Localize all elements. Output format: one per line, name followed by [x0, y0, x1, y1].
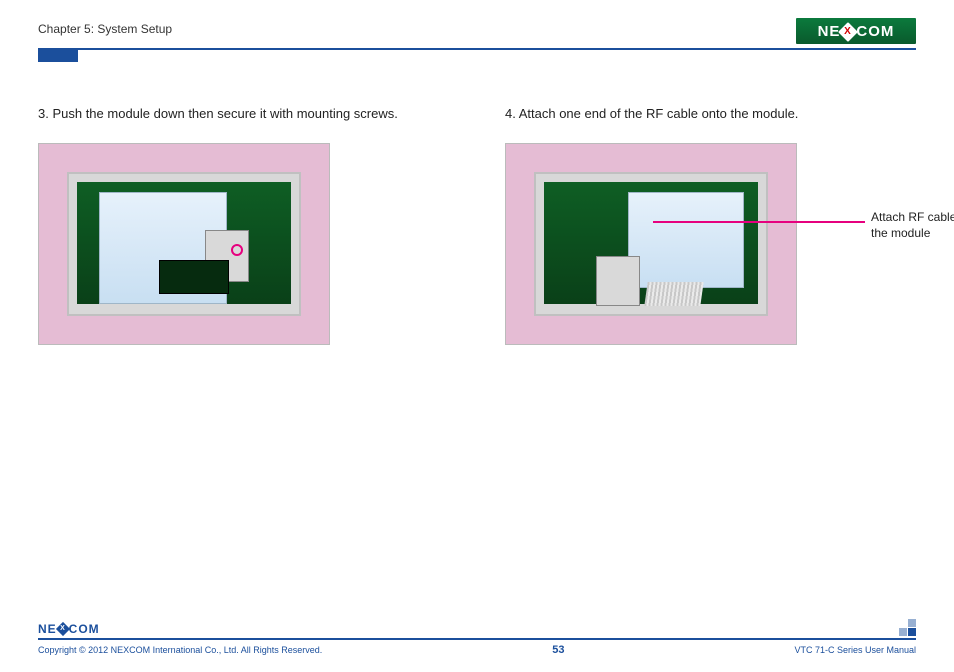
- card-slot-icon: [159, 260, 229, 294]
- logo-text-b: COM: [856, 23, 894, 40]
- screw-highlight-icon: [231, 244, 243, 256]
- header-tab-block: [38, 48, 78, 62]
- footer-rule: [38, 638, 916, 640]
- step-4-text: 4. Attach one end of the RF cable onto t…: [505, 106, 916, 121]
- heatsink-plate-icon-2: [628, 192, 744, 288]
- brand-logo-bottom: NEXCOM: [38, 622, 100, 636]
- callout-rf-cable: Attach RF cable to the module: [871, 209, 954, 241]
- footer-squares-icon: [899, 619, 916, 636]
- footer-doc-title: VTC 71-C Series User Manual: [794, 645, 916, 655]
- chassis-illustration: [67, 172, 301, 316]
- footer-logo-a: NE: [38, 622, 57, 636]
- footer-copyright: Copyright © 2012 NEXCOM International Co…: [38, 645, 322, 655]
- page-number: 53: [552, 644, 564, 656]
- callout-leader-line: [653, 221, 865, 223]
- ribbon-cable-icon: [644, 282, 703, 306]
- footer-logo-b: COM: [69, 622, 100, 636]
- photo-step-4: [505, 143, 797, 345]
- brand-logo-top: NEXCOM: [796, 18, 916, 44]
- step-3-text: 3. Push the module down then secure it w…: [38, 106, 449, 121]
- photo-step-3: [38, 143, 330, 345]
- module-card-icon-2: [596, 256, 640, 306]
- chassis-illustration-2: [534, 172, 768, 316]
- chapter-title: Chapter 5: System Setup: [38, 18, 172, 36]
- header-rule: [38, 48, 916, 50]
- footer-logo-x-icon: X: [56, 622, 70, 636]
- logo-text-a: NE: [818, 23, 841, 40]
